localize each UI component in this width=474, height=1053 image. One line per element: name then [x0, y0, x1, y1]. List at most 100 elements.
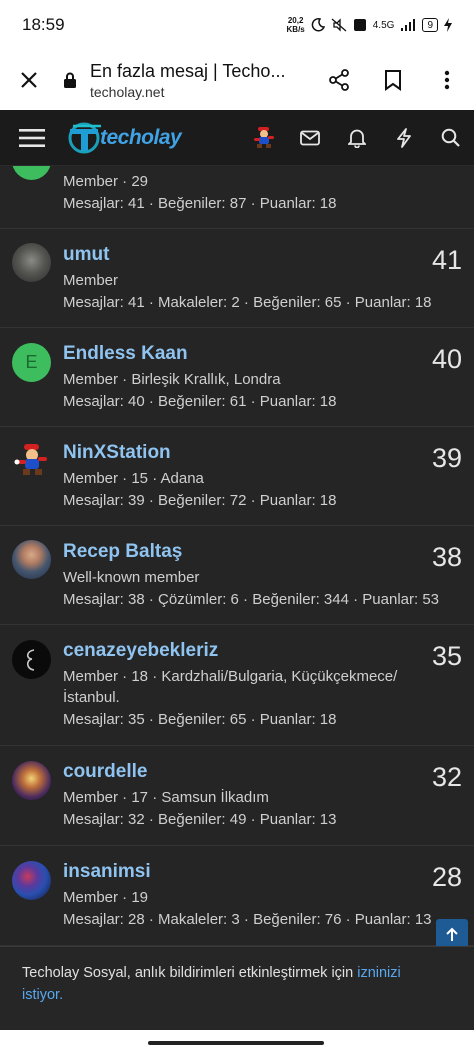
member-stats: Mesajlar: 35 · Beğeniler: 65 · Puanlar: …	[63, 711, 337, 728]
bookmark-button[interactable]	[366, 50, 420, 110]
member-name[interactable]: umut	[63, 244, 109, 266]
message-count: 39	[431, 443, 462, 473]
member-name[interactable]: cenazeyebekleriz	[63, 640, 218, 662]
url-box[interactable]: En fazla mesaj | Techo... techolay.net	[82, 61, 312, 100]
whats-new-button[interactable]	[380, 110, 427, 166]
member-info: Member · 17 · Samsun İlkadım	[63, 789, 269, 806]
moon-icon	[311, 18, 325, 32]
bell-icon	[347, 129, 366, 148]
member-stats: Mesajlar: 32 · Beğeniler: 49 · Puanlar: …	[63, 811, 337, 828]
lock-icon[interactable]	[58, 72, 82, 89]
list-item[interactable]: cenazeyebekleriz Member · 18 · Kardzhali…	[0, 625, 474, 746]
volte-icon	[353, 19, 366, 31]
network-type: 4.5G	[372, 19, 395, 31]
charging-icon	[444, 18, 452, 32]
list-item[interactable]: E Endless Kaan Member · Birleşik Krallık…	[0, 328, 474, 427]
home-pill[interactable]	[148, 1041, 324, 1045]
member-stats: Mesajlar: 39 · Beğeniler: 72 · Puanlar: …	[63, 492, 337, 509]
mute-icon	[331, 18, 347, 32]
browser-actions	[312, 50, 474, 110]
more-options-button[interactable]	[420, 50, 474, 110]
mario-avatar-icon	[253, 126, 274, 148]
avatar[interactable]: E	[12, 166, 51, 180]
message-count: 28	[431, 862, 462, 892]
member-stats: Mesajlar: 28 · Makaleler: 3 · Beğeniler:…	[63, 911, 432, 928]
avatar[interactable]	[12, 540, 51, 579]
push-notification-notice: Techolay Sosyal, anlık bildirimleri etki…	[0, 946, 474, 1030]
more-vert-icon	[444, 70, 450, 90]
user-avatar-button[interactable]	[239, 110, 286, 166]
member-stats: Mesajlar: 41 · Makaleler: 2 · Beğeniler:…	[63, 294, 432, 311]
avatar[interactable]	[12, 761, 51, 800]
search-icon	[441, 128, 460, 147]
list-item[interactable]: insanimsi Member · 19 Mesajlar: 28 · Mak…	[0, 846, 474, 946]
member-info: Member · 29	[63, 173, 149, 190]
browser-toolbar: En fazla mesaj | Techo... techolay.net	[0, 50, 474, 110]
list-item[interactable]: Recep Baltaş Well-known member Mesajlar:…	[0, 526, 474, 625]
avatar[interactable]	[12, 441, 51, 480]
permission-link[interactable]: izninizi	[357, 965, 401, 981]
message-count: 38	[431, 542, 462, 572]
list-item[interactable]: umut Member Mesajlar: 41 · Makaleler: 2 …	[0, 229, 474, 328]
member-name[interactable]: insanimsi	[63, 861, 151, 883]
list-item[interactable]: courdelle Member · 17 · Samsun İlkadım M…	[0, 746, 474, 846]
messages-button[interactable]	[286, 110, 333, 166]
close-tab-button[interactable]	[0, 50, 58, 110]
home-indicator-bar	[0, 1030, 474, 1053]
close-icon	[21, 72, 37, 88]
status-bar: 18:59 20,2 KB/s 4.5G 9	[0, 0, 474, 50]
status-time: 18:59	[22, 15, 65, 34]
message-count: 40	[431, 344, 462, 374]
member-name[interactable]: Recep Baltaş	[63, 541, 182, 563]
member-stats: Mesajlar: 38 · Çözümler: 6 · Beğeniler: …	[63, 591, 440, 608]
list-item[interactable]: NinXStation Member · 15 · Adana Mesajlar…	[0, 427, 474, 526]
message-count: 41	[431, 245, 462, 275]
share-button[interactable]	[312, 50, 366, 110]
share-icon	[329, 69, 349, 91]
avatar[interactable]	[12, 861, 51, 900]
member-list: E Member · 29 Mesajlar: 41 · Beğeniler: …	[0, 166, 474, 946]
member-info: Member · 15 · Adana	[63, 470, 204, 487]
avatar[interactable]: E	[12, 343, 51, 382]
member-info: Well-known member	[63, 569, 200, 586]
message-count: ··	[444, 166, 462, 168]
site-logo[interactable]: techolay	[64, 110, 182, 166]
member-info-continued: İstanbul.	[63, 689, 120, 706]
permission-link-continued[interactable]: istiyor.	[22, 987, 63, 1003]
list-item[interactable]: E Member · 29 Mesajlar: 41 · Beğeniler: …	[0, 166, 474, 229]
message-count: 32	[431, 762, 462, 792]
menu-button[interactable]	[0, 110, 64, 166]
bookmark-icon	[385, 70, 401, 91]
avatar[interactable]	[12, 243, 51, 282]
header-icons	[239, 110, 474, 166]
member-stats: Mesajlar: 40 · Beğeniler: 61 · Puanlar: …	[63, 393, 337, 410]
battery-indicator: 9	[422, 18, 438, 32]
member-stats: Mesajlar: 41 · Beğeniler: 87 · Puanlar: …	[63, 195, 337, 212]
member-info: Member · Birleşik Krallık, Londra	[63, 371, 281, 388]
logo-text: techolay	[100, 125, 182, 149]
mario-avatar-icon	[14, 444, 47, 475]
member-info: Member	[63, 272, 119, 289]
signal-icon	[401, 19, 416, 31]
message-count: 35	[431, 641, 462, 671]
member-name[interactable]: courdelle	[63, 761, 147, 783]
page-domain: techolay.net	[90, 83, 165, 100]
network-speed: 20,2 KB/s	[286, 16, 305, 34]
envelope-icon	[299, 130, 320, 145]
arrow-up-icon	[446, 927, 458, 941]
bolt-icon	[396, 127, 411, 148]
avatar[interactable]	[12, 640, 51, 679]
notice-text: Techolay Sosyal, anlık bildirimleri etki…	[22, 965, 401, 1003]
logo-mark-icon	[68, 122, 101, 153]
search-button[interactable]	[427, 110, 474, 166]
member-name[interactable]: NinXStation	[63, 442, 171, 464]
page-title: En fazla mesaj | Techo...	[90, 60, 286, 81]
member-info: Member · 19	[63, 889, 149, 906]
avatar-symbol-icon	[26, 648, 34, 671]
alerts-button[interactable]	[333, 110, 380, 166]
hamburger-icon	[19, 128, 45, 147]
status-icons: 20,2 KB/s 4.5G 9	[287, 16, 452, 34]
site-header: techolay	[0, 110, 474, 166]
member-name[interactable]: Endless Kaan	[63, 343, 188, 365]
member-info: Member · 18 · Kardzhali/Bulgaria, Küçükç…	[63, 668, 398, 685]
